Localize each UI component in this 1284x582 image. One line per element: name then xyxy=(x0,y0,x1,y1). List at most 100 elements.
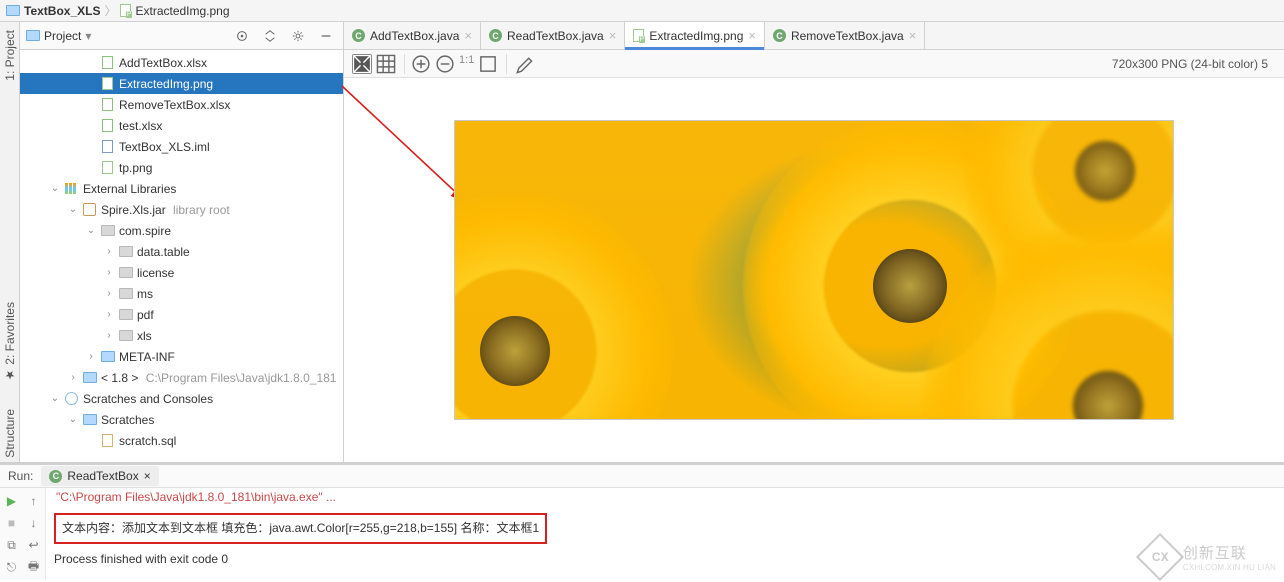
actual-size-button[interactable] xyxy=(478,54,498,74)
hide-panel-button[interactable] xyxy=(315,25,337,47)
tree-row[interactable]: TextBox_XLS.iml xyxy=(20,136,343,157)
tree-row[interactable]: RemoveTextBox.xlsx xyxy=(20,94,343,115)
image-toolbar: 1:1 720x300 PNG (24-bit color) 5 xyxy=(344,50,1284,78)
down-stack-button[interactable]: ↓ xyxy=(25,514,43,532)
java-class-icon: C xyxy=(489,29,502,42)
main-area: 1: Project ★ 2: Favorites Structure Proj… xyxy=(0,22,1284,462)
tree-row[interactable]: xls xyxy=(20,325,343,346)
run-body: ▶ ↑ ■ ↓ ⧉ ↩ ⎋ 🖶 "C:\Program Files\Java\j… xyxy=(0,488,1284,580)
tree-item-label: < 1.8 > xyxy=(101,371,138,385)
gear-icon[interactable] xyxy=(287,25,309,47)
tree-arrow-icon[interactable] xyxy=(86,351,96,362)
tree-row[interactable]: Scratches and Consoles xyxy=(20,388,343,409)
tree-item-label: data.table xyxy=(137,245,190,259)
toolwindow-project-tab[interactable]: 1: Project xyxy=(3,26,17,85)
close-icon[interactable]: × xyxy=(609,29,617,42)
image-file-icon xyxy=(633,29,644,42)
tree-item-label: META-INF xyxy=(119,350,175,364)
tree-row[interactable]: Spire.Xls.jar library root xyxy=(20,199,343,220)
tree-row[interactable]: data.table xyxy=(20,241,343,262)
tree-arrow-icon[interactable] xyxy=(68,372,78,383)
color-picker-button[interactable] xyxy=(513,54,533,74)
up-stack-button[interactable]: ↑ xyxy=(25,492,43,510)
soft-wrap-button[interactable]: ↩ xyxy=(25,536,43,554)
console-output[interactable]: "C:\Program Files\Java\jdk1.8.0_181\bin\… xyxy=(46,488,1284,580)
tree-item-label: TextBox_XLS.iml xyxy=(119,140,210,154)
breadcrumb-file[interactable]: ExtractedImg.png xyxy=(120,4,229,18)
exit-button[interactable]: ⎋ xyxy=(3,558,21,576)
tree-row[interactable]: < 1.8 > C:\Program Files\Java\jdk1.8.0_1… xyxy=(20,367,343,388)
tree-item-suffix: C:\Program Files\Java\jdk1.8.0_181 xyxy=(142,371,336,385)
tree-row[interactable]: Scratches xyxy=(20,409,343,430)
fit-to-window-button[interactable] xyxy=(352,54,372,74)
tree-row[interactable]: tp.png xyxy=(20,157,343,178)
chevron-down-icon[interactable]: ▾ xyxy=(85,29,91,43)
rerun-button[interactable]: ▶ xyxy=(3,492,21,510)
editor-tab-label: ExtractedImg.png xyxy=(649,29,743,43)
iml-icon xyxy=(100,139,115,154)
locate-button[interactable] xyxy=(231,25,253,47)
tree-item-label: ExtractedImg.png xyxy=(119,77,213,91)
tree-arrow-icon[interactable] xyxy=(86,225,96,236)
grid-button[interactable] xyxy=(376,54,396,74)
tree-item-label: pdf xyxy=(137,308,154,322)
project-tree[interactable]: AddTextBox.xlsx ExtractedImg.png RemoveTex… xyxy=(20,50,343,462)
image-viewer[interactable] xyxy=(344,78,1284,462)
editor-tab[interactable]: CRemoveTextBox.java× xyxy=(765,22,925,49)
close-icon[interactable]: × xyxy=(909,29,917,42)
toolwindow-favorites-tab[interactable]: ★ 2: Favorites xyxy=(3,298,17,386)
tree-item-label: Spire.Xls.jar xyxy=(101,203,166,217)
console-highlighted-output: 文本内容：添加文本到文本框 填充色：java.awt.Color[r=255,g… xyxy=(54,513,547,544)
close-icon[interactable]: × xyxy=(748,29,756,42)
close-icon[interactable]: × xyxy=(144,469,151,483)
tree-item-label: test.xlsx xyxy=(119,119,162,133)
editor-tab[interactable]: CReadTextBox.java× xyxy=(481,22,625,49)
close-icon[interactable]: × xyxy=(464,29,472,42)
tree-arrow-icon[interactable] xyxy=(104,330,114,341)
thread-dump-button[interactable]: ⧉ xyxy=(3,536,21,554)
tree-arrow-icon[interactable] xyxy=(104,288,114,299)
tree-row[interactable]: META-INF xyxy=(20,346,343,367)
folder-icon xyxy=(82,370,97,385)
tree-arrow-icon[interactable] xyxy=(50,183,60,194)
tree-item-label: AddTextBox.xlsx xyxy=(119,56,207,70)
zoom-out-button[interactable] xyxy=(435,54,455,74)
editor-tab[interactable]: CAddTextBox.java× xyxy=(344,22,481,49)
breadcrumb-root[interactable]: TextBox_XLS xyxy=(6,4,100,18)
tree-row[interactable]: com.spire xyxy=(20,220,343,241)
tree-row[interactable]: External Libraries xyxy=(20,178,343,199)
zoom-in-button[interactable] xyxy=(411,54,431,74)
pkg-icon xyxy=(118,244,133,259)
expand-all-button[interactable] xyxy=(259,25,281,47)
pkg-icon xyxy=(100,223,115,238)
tree-arrow-icon[interactable] xyxy=(104,246,114,257)
tree-item-label: com.spire xyxy=(119,224,171,238)
tree-arrow-icon[interactable] xyxy=(104,309,114,320)
sql-icon xyxy=(100,433,115,448)
breadcrumb: TextBox_XLS 〉 ExtractedImg.png xyxy=(0,0,1284,22)
tree-arrow-icon[interactable] xyxy=(104,267,114,278)
tree-arrow-icon[interactable] xyxy=(50,393,60,404)
tree-row[interactable]: ms xyxy=(20,283,343,304)
tree-row[interactable]: scratch.sql xyxy=(20,430,343,451)
xls-icon xyxy=(100,97,115,112)
run-config-tab[interactable]: C ReadTextBox × xyxy=(41,466,158,486)
editor-tabs: CAddTextBox.java×CReadTextBox.java×Extra… xyxy=(344,22,1284,50)
jar-icon xyxy=(82,202,97,217)
editor-tab[interactable]: ExtractedImg.png × xyxy=(625,22,765,49)
tree-arrow-icon[interactable] xyxy=(68,204,78,215)
chevron-right-icon: 〉 xyxy=(104,2,116,19)
tree-row[interactable]: license xyxy=(20,262,343,283)
folder-icon xyxy=(100,349,115,364)
print-button[interactable]: 🖶 xyxy=(25,558,43,576)
run-panel: Run: C ReadTextBox × ▶ ↑ ■ ↓ ⧉ ↩ ⎋ 🖶 xyxy=(0,462,1284,580)
pkg-icon xyxy=(118,328,133,343)
tree-arrow-icon[interactable] xyxy=(68,414,78,425)
toolwindow-structure-tab[interactable]: Structure xyxy=(3,405,17,462)
project-panel-header: Project ▾ xyxy=(20,22,343,50)
tree-row[interactable]: pdf xyxy=(20,304,343,325)
tree-row[interactable]: ExtractedImg.png xyxy=(20,73,343,94)
stop-button[interactable]: ■ xyxy=(3,514,21,532)
tree-row[interactable]: AddTextBox.xlsx xyxy=(20,52,343,73)
tree-row[interactable]: test.xlsx xyxy=(20,115,343,136)
